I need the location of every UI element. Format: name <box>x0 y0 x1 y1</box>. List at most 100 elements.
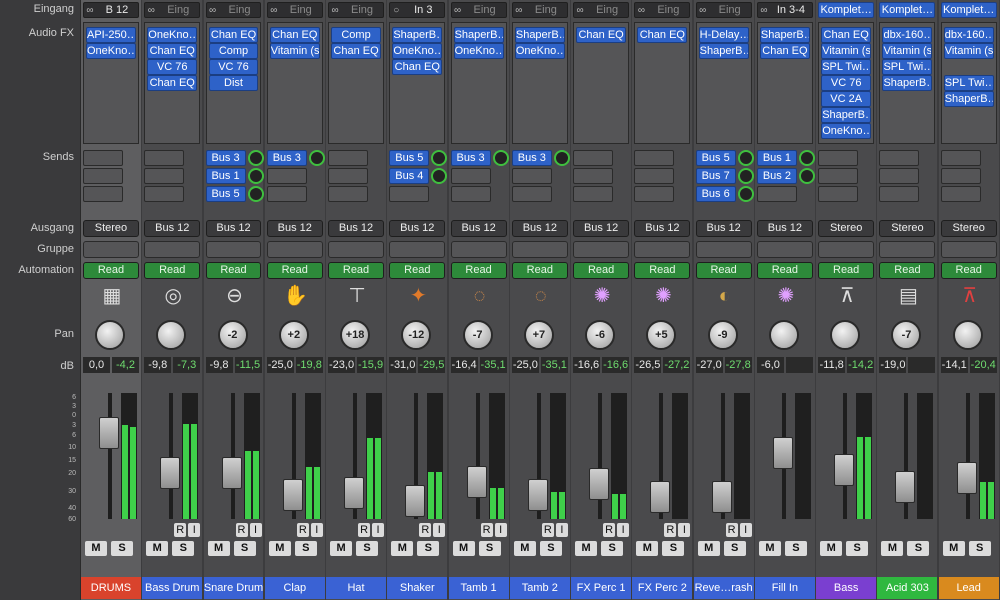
group-slot[interactable] <box>83 241 139 258</box>
volume-fader[interactable] <box>834 453 855 486</box>
record-enable-button[interactable]: R <box>603 523 616 537</box>
input-slot[interactable]: Komplet… <box>818 2 875 18</box>
pan-knob[interactable] <box>95 320 125 350</box>
solo-button[interactable]: S <box>111 541 133 556</box>
automation-button[interactable]: Read <box>144 262 201 279</box>
audio-fx-slot[interactable]: Chan EQ <box>821 27 872 43</box>
audio-fx-slot[interactable]: ShaperB… <box>698 43 749 59</box>
audio-fx-slot[interactable]: Comp <box>331 27 381 43</box>
sparkle-icon[interactable]: ✺ <box>650 283 676 309</box>
audio-fx-slot[interactable]: SPL Twi… <box>943 75 994 91</box>
send-slot[interactable] <box>450 186 491 202</box>
track-name[interactable]: Tamb 2 <box>509 577 570 599</box>
track-name[interactable]: Bass Drum <box>142 577 203 599</box>
peak-readout[interactable]: -27,2 <box>663 357 691 373</box>
audio-fx-area[interactable]: ShaperB… OneKno… <box>511 22 568 144</box>
input-slot[interactable]: ∞ Eing <box>634 2 691 18</box>
solo-button[interactable]: S <box>846 541 869 556</box>
group-slot[interactable] <box>818 241 875 258</box>
audio-fx-slot[interactable]: dbx-160… <box>882 27 933 43</box>
solo-button[interactable]: S <box>539 541 562 556</box>
send-slot[interactable] <box>144 150 185 166</box>
volume-fader[interactable] <box>772 437 793 469</box>
audio-fx-area[interactable]: Chan EQ <box>573 22 630 144</box>
input-slot[interactable]: ○ In 3 <box>389 2 446 18</box>
send-slot[interactable] <box>266 186 307 202</box>
audio-fx-slot[interactable]: Chan EQ <box>208 27 259 43</box>
audio-fx-slot[interactable]: Vitamin (s <box>821 43 872 59</box>
audio-fx-slot[interactable]: Vitamin (s <box>882 43 933 59</box>
automation-button[interactable]: Read <box>634 262 691 279</box>
group-slot[interactable] <box>511 241 568 258</box>
volume-fader[interactable] <box>895 471 916 504</box>
group-slot[interactable] <box>389 241 446 258</box>
record-enable-button[interactable]: R <box>480 523 493 537</box>
send-slot[interactable] <box>83 150 123 166</box>
group-slot[interactable] <box>573 241 630 258</box>
peak-readout[interactable]: -7,3 <box>173 357 201 373</box>
link-icon[interactable]: ∞ <box>145 5 157 16</box>
mute-button[interactable]: M <box>391 541 414 556</box>
volume-fader[interactable] <box>466 465 487 498</box>
output-button[interactable]: Bus 12 <box>573 220 630 237</box>
audio-fx-slot[interactable]: ShaperB… <box>514 27 565 43</box>
send-level-knob[interactable] <box>247 186 264 202</box>
track-name[interactable]: Clap <box>264 577 325 599</box>
input-slot[interactable]: ∞ Eing <box>266 2 323 18</box>
send-slot[interactable]: Bus 1 <box>205 168 246 184</box>
output-button[interactable]: Bus 12 <box>756 220 813 237</box>
group-slot[interactable] <box>328 241 384 258</box>
input-slot[interactable]: ∞ Eing <box>695 2 752 18</box>
automation-button[interactable]: Read <box>695 262 752 279</box>
hand-icon[interactable]: ✋ <box>283 283 309 309</box>
send-slot[interactable] <box>940 168 981 184</box>
volume-fader[interactable] <box>527 478 548 511</box>
peak-readout[interactable]: -19,8 <box>295 357 323 373</box>
send-level-knob[interactable] <box>431 168 448 184</box>
automation-button[interactable]: Read <box>940 262 997 279</box>
send-slot[interactable]: Bus 3 <box>511 150 552 166</box>
pan-knob[interactable] <box>952 320 983 350</box>
output-button[interactable]: Bus 12 <box>144 220 201 237</box>
peak-readout[interactable]: -15,9 <box>357 357 385 373</box>
input-monitor-button[interactable]: I <box>188 523 201 537</box>
track-name[interactable]: Snare Drum <box>203 577 264 599</box>
send-slot[interactable]: Bus 5 <box>205 186 246 202</box>
send-slot[interactable] <box>83 168 123 184</box>
group-slot[interactable] <box>634 241 691 258</box>
send-slot[interactable] <box>450 168 491 184</box>
record-enable-button[interactable]: R <box>664 523 677 537</box>
audio-fx-slot[interactable]: OneKno… <box>147 27 198 43</box>
record-enable-button[interactable]: R <box>296 523 309 537</box>
automation-button[interactable]: Read <box>328 262 384 279</box>
hihat-icon[interactable]: ⊤ <box>344 283 370 309</box>
group-slot[interactable] <box>266 241 323 258</box>
audio-fx-slot[interactable]: H-Delay… <box>698 27 749 43</box>
send-slot[interactable] <box>940 186 981 202</box>
audio-fx-slot[interactable]: VC 2A <box>821 91 872 107</box>
send-slot[interactable] <box>511 186 552 202</box>
sparkle-icon[interactable]: ✺ <box>589 283 615 309</box>
input-monitor-button[interactable]: I <box>310 523 323 537</box>
audio-fx-area[interactable]: ShaperB… Chan EQ <box>756 22 813 144</box>
track-name[interactable]: Fill In <box>754 577 815 599</box>
mute-button[interactable]: M <box>268 541 291 556</box>
audio-fx-area[interactable]: ShaperB… OneKno… Chan EQ <box>389 22 446 144</box>
send-slot[interactable] <box>328 150 369 166</box>
volume-fader[interactable] <box>344 476 365 509</box>
link-icon[interactable]: ∞ <box>574 5 586 16</box>
input-monitor-button[interactable]: I <box>372 523 385 537</box>
input-monitor-button[interactable]: I <box>678 523 691 537</box>
synth-icon[interactable]: ▤ <box>895 283 921 309</box>
tambourine-icon[interactable]: ◌ <box>467 283 493 309</box>
audio-fx-slot[interactable]: SPL Twi… <box>882 59 933 75</box>
link-icon[interactable]: ∞ <box>268 5 280 16</box>
link-icon[interactable]: ∞ <box>513 5 525 16</box>
send-slot[interactable] <box>328 168 369 184</box>
snare-icon[interactable]: ⊖ <box>222 283 248 309</box>
send-slot[interactable] <box>818 186 859 202</box>
keyboard-stand-red-icon[interactable]: ⊼ <box>957 283 983 309</box>
mute-button[interactable]: M <box>881 541 904 556</box>
group-slot[interactable] <box>756 241 813 258</box>
output-button[interactable]: Bus 12 <box>450 220 507 237</box>
